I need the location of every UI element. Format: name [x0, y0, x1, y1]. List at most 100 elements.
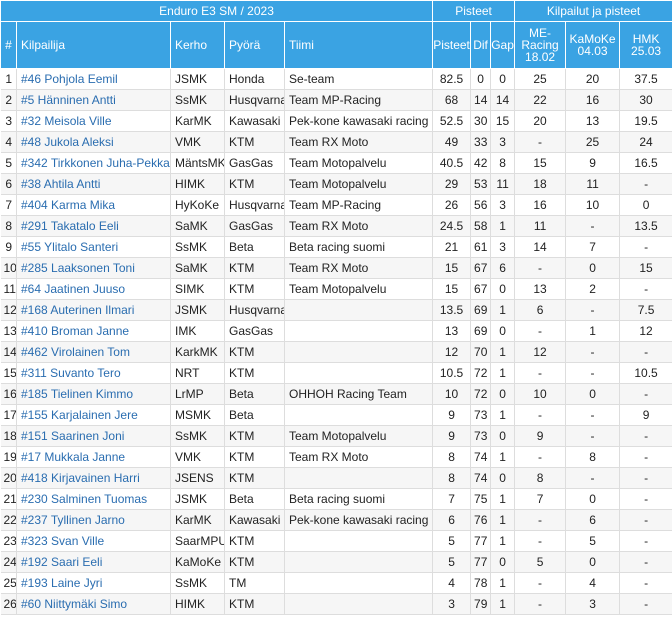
race1-points-cell: 12: [514, 341, 567, 363]
club-cell: KarMK: [170, 110, 225, 132]
rider-link[interactable]: #404 Karma Mika: [21, 198, 115, 212]
col-gap[interactable]: Gap: [490, 21, 516, 69]
rider-link[interactable]: #418 Kirjavainen Harri: [21, 471, 140, 485]
team-cell: Pek-kone kawasaki racing: [284, 509, 434, 531]
dif-cell: 14: [470, 89, 492, 111]
race1-points-cell: 7: [514, 488, 567, 510]
rider-link[interactable]: #151 Saarinen Joni: [21, 429, 124, 443]
club-cell: SaarMPU: [170, 530, 225, 552]
header-group-row: Enduro E3 SM / 2023 Pisteet Kilpailut ja…: [0, 0, 672, 22]
rider-link[interactable]: #60 Niittymäki Simo: [21, 597, 127, 611]
team-cell: Team MP-Racing: [284, 194, 434, 216]
bike-cell: KTM: [224, 131, 285, 153]
dif-cell: 79: [470, 593, 492, 615]
dif-cell: 30: [470, 110, 492, 132]
table-row: 21 #230 Salminen Tuomas JSMK Beta Beta racin…: [0, 488, 672, 510]
rider-link[interactable]: #55 Ylitalo Santeri: [21, 240, 118, 254]
club-cell: KarMK: [170, 509, 225, 531]
race2-points-cell: 7: [565, 236, 621, 258]
race2-points-cell: 10: [565, 194, 621, 216]
col-bike[interactable]: Pyörä: [224, 21, 285, 69]
rank-cell: 22: [0, 509, 17, 531]
rider-link[interactable]: #185 Tielinen Kimmo: [21, 387, 133, 401]
race1-points-cell: 13: [514, 278, 567, 300]
rider-link[interactable]: #193 Laine Jyri: [21, 576, 102, 590]
col-rank[interactable]: #: [0, 21, 17, 69]
rider-cell: #237 Tyllinen Jarno: [16, 509, 171, 531]
club-cell: SaMK: [170, 215, 225, 237]
col-team[interactable]: Tiimi: [283, 21, 434, 69]
col-rider[interactable]: Kilpailija: [16, 21, 171, 69]
rider-link[interactable]: #32 Meisola Ville: [21, 114, 112, 128]
team-cell: Team RX Moto: [284, 215, 434, 237]
rank-cell: 11: [0, 278, 17, 300]
rider-link[interactable]: #462 Virolainen Tom: [21, 345, 130, 359]
race3-points-cell: -: [619, 425, 672, 447]
points-cell: 15: [432, 278, 472, 300]
table-row: 15 #311 Suvanto Tero NRT KTM 10.5 72 1- -10.5: [0, 362, 672, 384]
col-club[interactable]: Kerho: [170, 21, 225, 69]
rider-link[interactable]: #192 Saari Eeli: [21, 555, 102, 569]
rider-link[interactable]: #285 Laaksonen Toni: [21, 261, 135, 275]
points-cell: 6: [432, 509, 472, 531]
rider-link[interactable]: #64 Jaatinen Juuso: [21, 282, 125, 296]
rider-link[interactable]: #168 Auterinen Ilmari: [21, 303, 134, 317]
gap-cell: 0: [490, 320, 516, 342]
rider-link[interactable]: #46 Pohjola Eemil: [21, 72, 118, 86]
rank-cell: 14: [0, 341, 17, 363]
rider-link[interactable]: #237 Tyllinen Jarno: [21, 513, 125, 527]
club-cell: KarkMK: [170, 341, 225, 363]
table-row: 14 #462 Virolainen Tom KarkMK KTM 12 70 1 12- -: [0, 341, 672, 363]
team-cell: [284, 299, 434, 321]
bike-cell: Husqvarna: [224, 89, 285, 111]
col-race-me-racing[interactable]: ME-Racing 18.02: [514, 21, 567, 69]
race1-points-cell: 6: [514, 299, 567, 321]
col-race-kamoke[interactable]: KaMoKe 04.03: [565, 21, 621, 69]
team-cell: Team Motopalvelu: [284, 152, 434, 174]
gap-cell: 6: [490, 257, 516, 279]
race1-points-cell: -: [514, 257, 567, 279]
table-row: 9 #55 Ylitalo Santeri SsMK Beta Beta racing …: [0, 236, 672, 258]
race2-points-cell: 4: [565, 572, 621, 594]
rider-link[interactable]: #410 Broman Janne: [21, 324, 129, 338]
race3-points-cell: -: [619, 509, 672, 531]
dif-cell: 67: [470, 278, 492, 300]
rider-link[interactable]: #155 Karjalainen Jere: [21, 408, 138, 422]
col-race-hmk[interactable]: HMK 25.03: [619, 21, 672, 69]
col-dif[interactable]: Dif: [470, 21, 492, 69]
rider-link[interactable]: #38 Ahtila Antti: [21, 177, 100, 191]
bike-cell: Kawasaki: [224, 110, 285, 132]
rank-cell: 2: [0, 89, 17, 111]
club-cell: MSMK: [170, 404, 225, 426]
dif-cell: 78: [470, 572, 492, 594]
race3-points-cell: -: [619, 572, 672, 594]
club-cell: SaMK: [170, 257, 225, 279]
rider-link[interactable]: #48 Jukola Aleksi: [21, 135, 114, 149]
points-cell: 29: [432, 173, 472, 195]
race2-points-cell: 0: [565, 257, 621, 279]
rider-link[interactable]: #230 Salminen Tuomas: [21, 492, 147, 506]
team-cell: [284, 404, 434, 426]
race2-points-cell: 13: [565, 110, 621, 132]
race3-points-cell: -: [619, 446, 672, 468]
table-row: 18 #151 Saarinen Joni SsMK KTM Team Motopalv…: [0, 425, 672, 447]
rider-link[interactable]: #17 Mukkala Janne: [21, 450, 125, 464]
race1-points-cell: -: [514, 572, 567, 594]
gap-cell: 1: [490, 341, 516, 363]
race3-points-cell: 7.5: [619, 299, 672, 321]
rider-link[interactable]: #323 Svan Ville: [21, 534, 104, 548]
team-cell: Team Motopalvelu: [284, 425, 434, 447]
team-cell: Team RX Moto: [284, 257, 434, 279]
col-points[interactable]: Pisteet: [432, 21, 472, 69]
rider-link[interactable]: #342 Tirkkonen Juha-Pekka: [21, 156, 170, 170]
rank-cell: 23: [0, 530, 17, 552]
gap-cell: 0: [490, 383, 516, 405]
team-cell: Team MP-Racing: [284, 89, 434, 111]
gap-cell: 3: [490, 194, 516, 216]
rider-link[interactable]: #291 Takatalo Eeli: [21, 219, 119, 233]
race1-points-cell: 14: [514, 236, 567, 258]
rider-link[interactable]: #5 Hänninen Antti: [21, 93, 116, 107]
rider-link[interactable]: #311 Suvanto Tero: [21, 366, 121, 380]
table-row: 25 #193 Laine Jyri SsMK TM 4 78 1-4-: [0, 572, 672, 594]
gap-cell: 3: [490, 131, 516, 153]
